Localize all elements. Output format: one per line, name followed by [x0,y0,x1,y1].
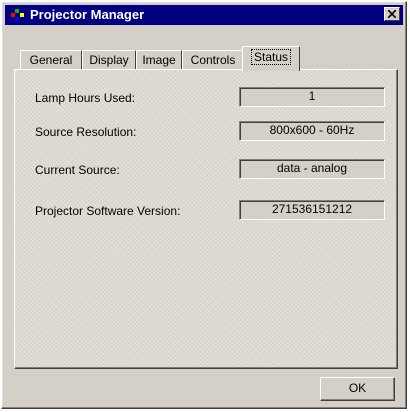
tab-label: Status [250,49,292,65]
tab-status[interactable]: Status [242,46,300,71]
projector-manager-icon [11,9,25,21]
tab-label: Image [142,53,176,67]
tab-label: Controls [190,53,236,67]
lamp-hours-label: Lamp Hours Used: [35,91,136,105]
software-version-label: Projector Software Version: [35,204,181,218]
software-version-value: 271536151212 [239,200,385,220]
tab-image[interactable]: Image [136,50,182,69]
title-bar[interactable]: Projector Manager [5,5,403,25]
ok-button[interactable]: OK [320,377,395,401]
source-resolution-label: Source Resolution: [35,125,137,139]
tab-label: General [29,53,73,67]
window-title: Projector Manager [30,7,145,22]
current-source-value: data - analog [239,159,385,179]
current-source-label: Current Source: [35,163,120,177]
tab-general[interactable]: General [20,50,82,69]
lamp-hours-value: 1 [239,87,385,107]
close-icon [388,10,396,18]
tab-display[interactable]: Display [82,50,136,69]
tab-label: Display [89,53,129,67]
status-panel: Lamp Hours Used: 1 Source Resolution: 80… [14,69,398,369]
source-resolution-value: 800x600 - 60Hz [239,121,385,141]
tab-controls[interactable]: Controls [182,50,244,69]
projector-manager-window: Projector Manager General Display Image … [1,1,407,409]
close-button[interactable] [384,7,400,21]
